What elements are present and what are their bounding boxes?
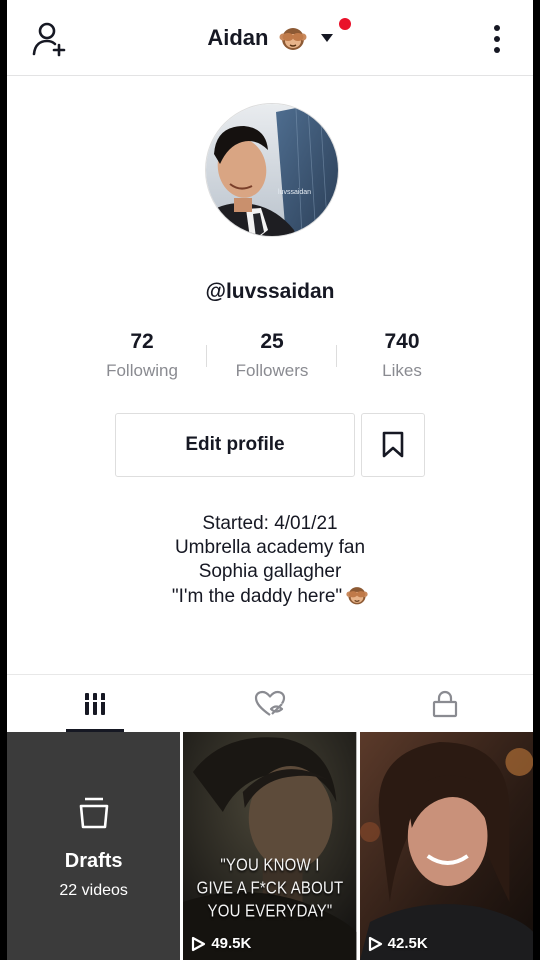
more-vertical-icon[interactable] xyxy=(485,22,509,56)
bio-line: Started: 4/01/21 xyxy=(202,513,338,534)
profile-tabs xyxy=(7,674,533,732)
drafts-icon xyxy=(79,797,109,829)
tab-liked[interactable] xyxy=(182,675,357,732)
bio-quote-text: "I'm the daddy here" xyxy=(171,586,343,607)
following-count: 72 xyxy=(130,330,154,353)
video-thumbnail-image xyxy=(183,732,357,960)
username: @luvssaidan xyxy=(205,280,335,303)
tab-videos[interactable] xyxy=(7,675,182,732)
bookmark-icon xyxy=(382,431,404,458)
drafts-count: 22 videos xyxy=(59,882,128,899)
video-thumbnail-image xyxy=(359,732,533,960)
video-thumbnail[interactable]: 42.5K xyxy=(359,732,533,960)
view-count: 49.5K xyxy=(191,935,251,952)
avatar-photo: luvssaidan xyxy=(206,104,338,236)
bio-line: Sophia gallagher xyxy=(198,561,342,582)
video-grid: Drafts 22 videos "YOU KNOW I GIVE A F*CK… xyxy=(7,732,533,960)
account-name: Aidan xyxy=(207,25,269,51)
drafts-tile[interactable]: Drafts 22 videos xyxy=(7,732,181,960)
video-thumbnail[interactable]: "YOU KNOW I GIVE A F*CK ABOUT YOU EVERYD… xyxy=(183,732,357,960)
bookmark-button[interactable] xyxy=(361,413,425,477)
caption-line: YOU EVERYDAY" xyxy=(207,901,333,922)
lock-icon xyxy=(433,690,458,717)
caption-line: GIVE A F*CK ABOUT xyxy=(196,878,344,899)
stat-likes[interactable]: 740 Likes xyxy=(337,330,467,390)
see-no-evil-monkey-icon xyxy=(346,587,368,605)
caption-line: "YOU KNOW I xyxy=(220,855,320,876)
likes-label: Likes xyxy=(382,361,422,380)
liked-hidden-icon xyxy=(254,690,286,716)
view-count: 42.5K xyxy=(368,935,428,952)
profile-stats: 72 Following 25 Followers 740 Likes xyxy=(77,330,467,390)
see-no-evil-monkey-icon xyxy=(279,28,307,51)
bio-line-quote: "I'm the daddy here" xyxy=(7,584,533,609)
followers-label: Followers xyxy=(235,361,309,380)
top-bar: Aidan xyxy=(7,0,533,76)
view-count-value: 42.5K xyxy=(387,935,428,952)
bio-line: Umbrella academy fan xyxy=(174,537,366,558)
play-icon xyxy=(368,936,382,951)
likes-count: 740 xyxy=(384,330,420,353)
tab-private[interactable] xyxy=(358,675,533,732)
followers-count: 25 xyxy=(260,330,284,353)
notification-dot xyxy=(339,18,351,30)
avatar[interactable]: luvssaidan xyxy=(205,103,339,237)
stat-followers[interactable]: 25 Followers xyxy=(207,330,337,390)
drafts-title: Drafts xyxy=(64,850,123,872)
video-caption: "YOU KNOW I GIVE A F*CK ABOUT YOU EVERYD… xyxy=(189,855,350,924)
play-icon xyxy=(192,936,206,951)
profile-screen: Aidan luvssaidan @luvssaidan 72 Followin… xyxy=(7,0,533,960)
stat-following[interactable]: 72 Following xyxy=(77,330,207,390)
following-label: Following xyxy=(106,361,178,380)
edit-profile-button[interactable]: Edit profile xyxy=(115,413,355,477)
avatar-watermark: luvssaidan xyxy=(278,189,311,196)
stat-divider xyxy=(206,345,207,367)
view-count-value: 49.5K xyxy=(211,935,252,952)
stat-divider xyxy=(336,345,337,367)
bio: Started: 4/01/21 Umbrella academy fan So… xyxy=(7,512,533,609)
account-switcher[interactable]: Aidan xyxy=(7,24,533,52)
grid-icon xyxy=(83,692,106,715)
chevron-down-icon xyxy=(320,34,333,43)
